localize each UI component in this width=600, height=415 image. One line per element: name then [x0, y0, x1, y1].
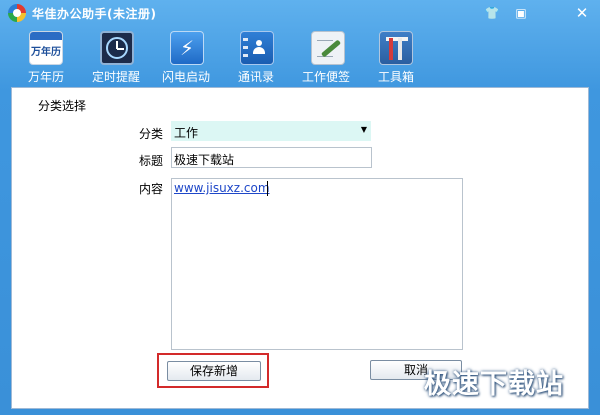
clock-icon: [100, 31, 134, 65]
toolbox-icon: [379, 31, 413, 65]
toolbar-item-label: 定时提醒: [92, 70, 141, 84]
text-caret: [267, 181, 268, 196]
app-window: 华佳办公助手(未注册) 👕 ▣ ✕ 万年历 万年历 定时提醒 ⚡ 闪电启动 通讯…: [0, 0, 600, 415]
category-label: 分类: [139, 127, 164, 141]
window-title: 华佳办公助手(未注册): [32, 7, 157, 21]
toolbar-item-label: 闪电启动: [162, 70, 211, 84]
toolbar: 万年历 万年历 定时提醒 ⚡ 闪电启动 通讯录 工作便签 工具箱: [0, 28, 600, 84]
category-value: 工作: [174, 126, 199, 140]
contacts-icon: [240, 31, 274, 65]
chevron-down-icon[interactable]: ▼: [361, 125, 367, 134]
toolbar-item-reminder[interactable]: 定时提醒: [92, 28, 142, 84]
toolbar-item-label: 工作便签: [302, 70, 351, 84]
toolbar-item-label: 万年历: [28, 70, 65, 84]
toolbar-item-calendar[interactable]: 万年历 万年历: [26, 28, 68, 84]
toolbar-item-quick-launch[interactable]: ⚡ 闪电启动: [162, 28, 212, 84]
content-value: www.jisuxz.com: [174, 181, 270, 195]
toolbar-item-toolbox[interactable]: 工具箱: [376, 28, 416, 84]
content-textarea[interactable]: www.jisuxz.com: [171, 178, 463, 350]
section-title: 分类选择: [38, 99, 87, 113]
notepad-icon: [311, 31, 345, 65]
skin-icon[interactable]: 👕: [482, 5, 502, 21]
save-new-button[interactable]: 保存新增: [167, 361, 261, 381]
title-value: 极速下载站: [174, 153, 235, 167]
close-icon[interactable]: ✕: [572, 5, 592, 21]
app-logo-icon: [8, 4, 26, 22]
lightning-icon: ⚡: [170, 31, 204, 65]
watermark-text: 极速下载站: [424, 369, 564, 400]
category-select[interactable]: 工作 ▼: [171, 121, 371, 141]
calendar-icon: 万年历: [29, 31, 63, 65]
title-input[interactable]: 极速下载站: [171, 147, 372, 168]
toolbar-item-label: 工具箱: [378, 70, 415, 84]
minimize-icon[interactable]: ▣: [511, 5, 531, 21]
content-label: 内容: [139, 182, 164, 196]
toolbar-item-contacts[interactable]: 通讯录: [237, 28, 277, 84]
toolbar-item-label: 通讯录: [238, 70, 275, 84]
note-form-panel: 分类选择 分类 工作 ▼ 标题 极速下载站 内容 www.jisuxz.com …: [11, 87, 589, 409]
title-label: 标题: [139, 154, 164, 168]
title-bar[interactable]: 华佳办公助手(未注册) 👕 ▣ ✕: [0, 0, 600, 26]
toolbar-item-notes[interactable]: 工作便签: [300, 28, 356, 84]
